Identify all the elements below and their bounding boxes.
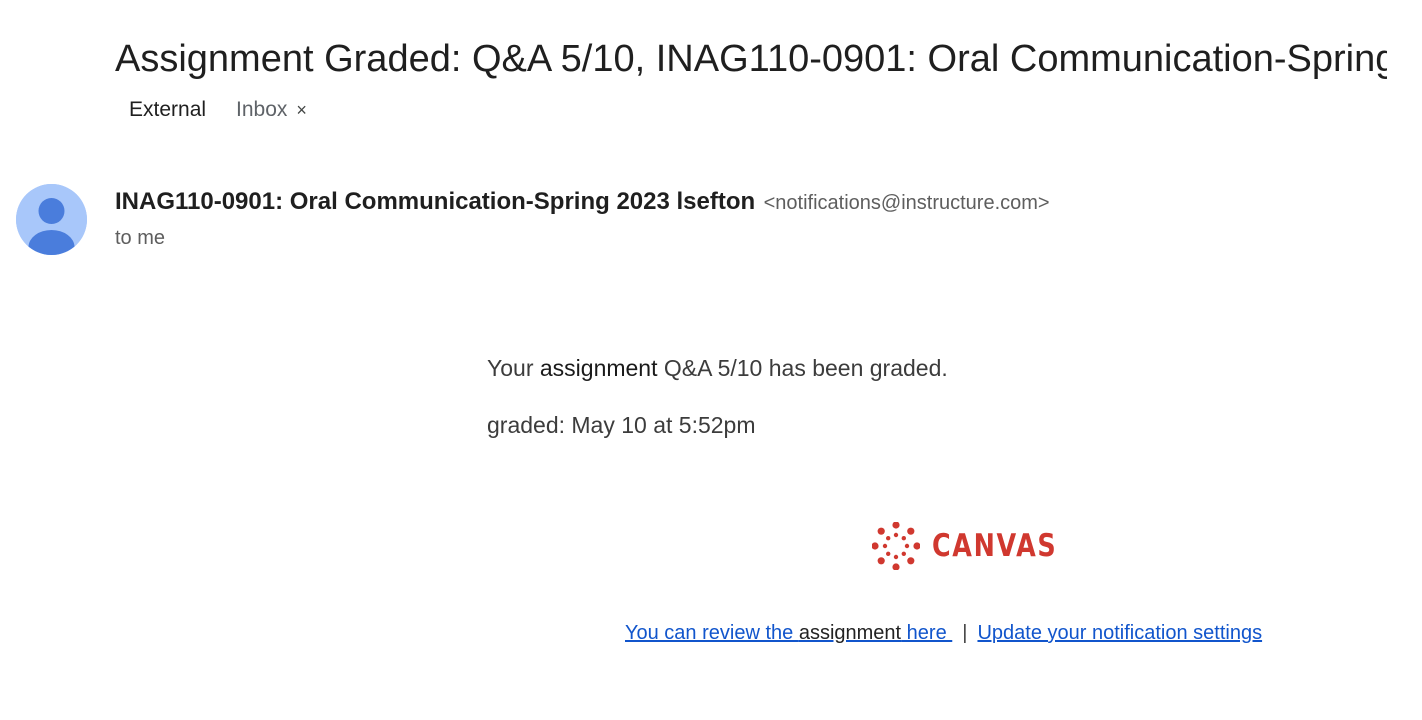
graded-message-suffix: Q&A 5/10 has been graded. [657,355,948,381]
label-external[interactable]: External [115,94,220,126]
review-assignment-link[interactable]: You can review the assignment here [625,622,952,644]
label-row: External Inbox × [115,94,315,126]
review-link-suffix: here [901,622,953,644]
person-avatar-icon[interactable] [16,184,87,255]
review-link-prefix: You can review the [625,622,799,644]
graded-message-word: assignment [539,355,658,381]
sender-name[interactable]: INAG110-0901: Oral Communication-Spring … [115,188,755,215]
graded-message: Your assignment Q&A 5/10 has been graded… [487,353,948,383]
footer-links: You can review the assignment here | Upda… [625,619,1262,647]
label-inbox[interactable]: Inbox × [228,94,315,126]
sender-email: <notifications@instructure.com> [763,192,1050,214]
graded-message-prefix: Your [487,355,540,381]
notification-settings-link[interactable]: Update your notification settings [977,622,1262,644]
footer-separator: | [962,622,968,644]
graded-timestamp: graded: May 10 at 5:52pm [487,412,756,438]
email-view: Assignment Graded: Q&A 5/10, INAG110-090… [0,0,1422,720]
sender-line: INAG110-0901: Oral Communication-Spring … [115,186,1050,221]
canvas-logo-text: CANVAS [932,528,1058,564]
remove-label-icon[interactable]: × [296,94,307,126]
email-subject: Assignment Graded: Q&A 5/10, INAG110-090… [115,38,1387,80]
canvas-logo: CANVAS [872,522,1085,570]
label-inbox-text: Inbox [236,98,288,121]
recipient-summary[interactable]: to me [115,224,165,252]
canvas-logo-icon [872,522,920,570]
review-link-word: assignment [798,622,902,644]
